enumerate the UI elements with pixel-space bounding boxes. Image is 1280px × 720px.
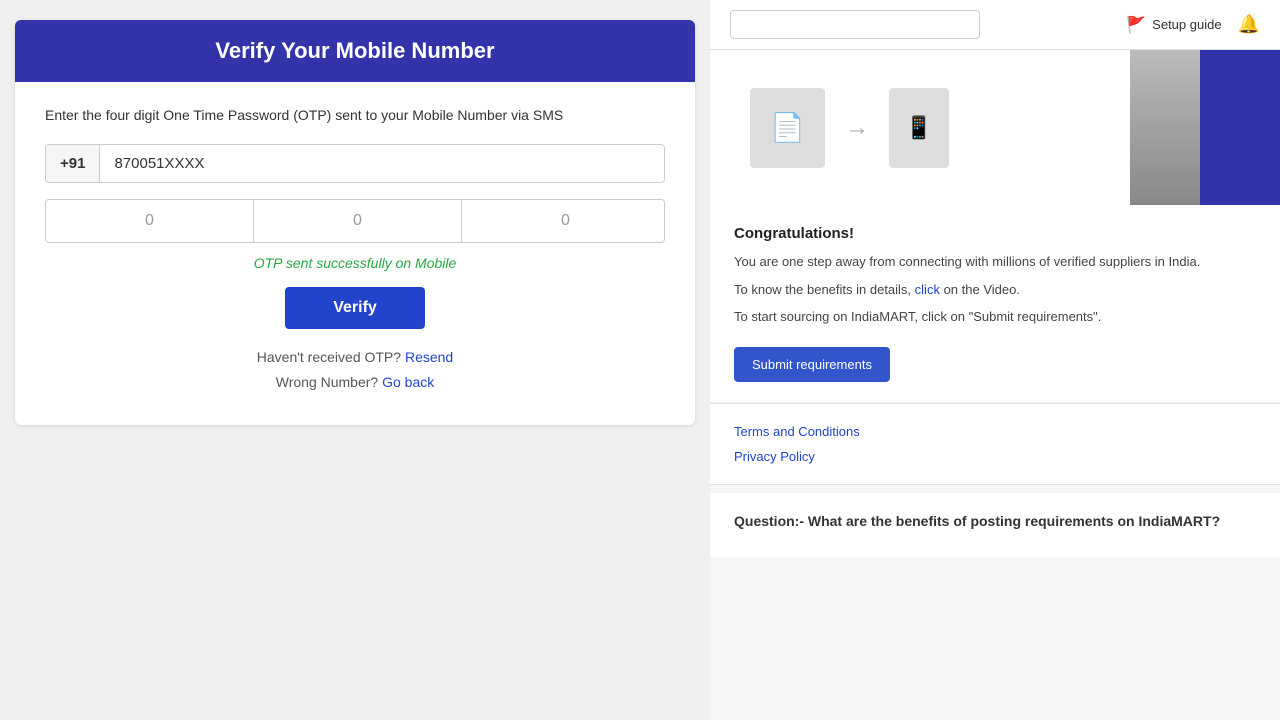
otp-card: Verify Your Mobile Number Enter the four… bbox=[15, 20, 695, 425]
banner-mobile-icon: 📱 bbox=[889, 88, 949, 168]
banner-area: 📄 → 📱 bbox=[710, 50, 1280, 205]
banner-purple-stripe bbox=[1200, 50, 1280, 205]
verify-button[interactable]: Verify bbox=[285, 287, 425, 329]
congrats-text3-prefix: To start sourcing on IndiaMART, click on bbox=[734, 309, 969, 324]
congrats-text3-quote: "Submit requirements" bbox=[969, 309, 1098, 324]
phone-prefix: +91 bbox=[46, 145, 100, 182]
phone-number-input[interactable] bbox=[100, 145, 664, 182]
phone-input-row: +91 bbox=[45, 144, 665, 183]
video-link[interactable]: click bbox=[915, 282, 940, 297]
otp-title: Verify Your Mobile Number bbox=[215, 38, 494, 63]
congrats-text2: To know the benefits in details, click o… bbox=[734, 280, 1256, 300]
resend-link[interactable]: Resend bbox=[405, 349, 453, 365]
congrats-section: Congratulations! You are one step away f… bbox=[710, 205, 1280, 403]
setup-guide-label: Setup guide bbox=[1152, 17, 1221, 32]
faq-section: Question:- What are the benefits of post… bbox=[710, 493, 1280, 557]
faq-title: Question:- What are the benefits of post… bbox=[734, 513, 1256, 529]
search-input[interactable] bbox=[730, 10, 980, 39]
congrats-title: Congratulations! bbox=[734, 225, 1256, 242]
otp-digit-3[interactable] bbox=[462, 200, 665, 242]
terms-link[interactable]: Terms and Conditions bbox=[734, 424, 1256, 439]
submit-requirements-button[interactable]: Submit requirements bbox=[734, 347, 890, 382]
otp-success-message: OTP sent successfully on Mobile bbox=[45, 255, 665, 271]
bell-icon[interactable]: 🔔 bbox=[1238, 14, 1260, 35]
otp-header: Verify Your Mobile Number bbox=[15, 20, 695, 82]
congrats-text2-suffix: on the Video. bbox=[940, 282, 1020, 297]
right-panel: 🚩 Setup guide 🔔 📄 → 📱 Congratulations! Y… bbox=[710, 0, 1280, 720]
setup-guide-button[interactable]: 🚩 Setup guide bbox=[1126, 15, 1221, 35]
congrats-text2-prefix: To know the benefits in details, bbox=[734, 282, 915, 297]
havent-received-label: Haven't received OTP? bbox=[257, 349, 401, 365]
wrong-number-label: Wrong Number? bbox=[276, 374, 378, 390]
otp-digits-row bbox=[45, 199, 665, 243]
otp-instruction: Enter the four digit One Time Password (… bbox=[45, 106, 665, 126]
banner-person-image bbox=[1130, 50, 1200, 205]
otp-body: Enter the four digit One Time Password (… bbox=[15, 82, 695, 425]
right-topbar: 🚩 Setup guide 🔔 bbox=[710, 0, 1280, 50]
privacy-link[interactable]: Privacy Policy bbox=[734, 449, 1256, 464]
left-panel: Verify Your Mobile Number Enter the four… bbox=[0, 0, 710, 720]
banner-arrow-icon: → bbox=[845, 114, 869, 142]
flag-icon: 🚩 bbox=[1126, 15, 1146, 35]
divider-2 bbox=[710, 484, 1280, 485]
banner-doc-icon: 📄 bbox=[750, 88, 825, 168]
go-back-link[interactable]: Go back bbox=[382, 374, 434, 390]
congrats-text1: You are one step away from connecting wi… bbox=[734, 252, 1256, 272]
otp-digit-1[interactable] bbox=[46, 200, 254, 242]
footer-links-section: Terms and Conditions Privacy Policy bbox=[710, 404, 1280, 484]
congrats-text3: To start sourcing on IndiaMART, click on… bbox=[734, 307, 1256, 327]
otp-footer-links: Haven't received OTP? Resend Wrong Numbe… bbox=[45, 345, 665, 395]
otp-digit-2[interactable] bbox=[254, 200, 462, 242]
congrats-text3-suffix: . bbox=[1098, 309, 1102, 324]
